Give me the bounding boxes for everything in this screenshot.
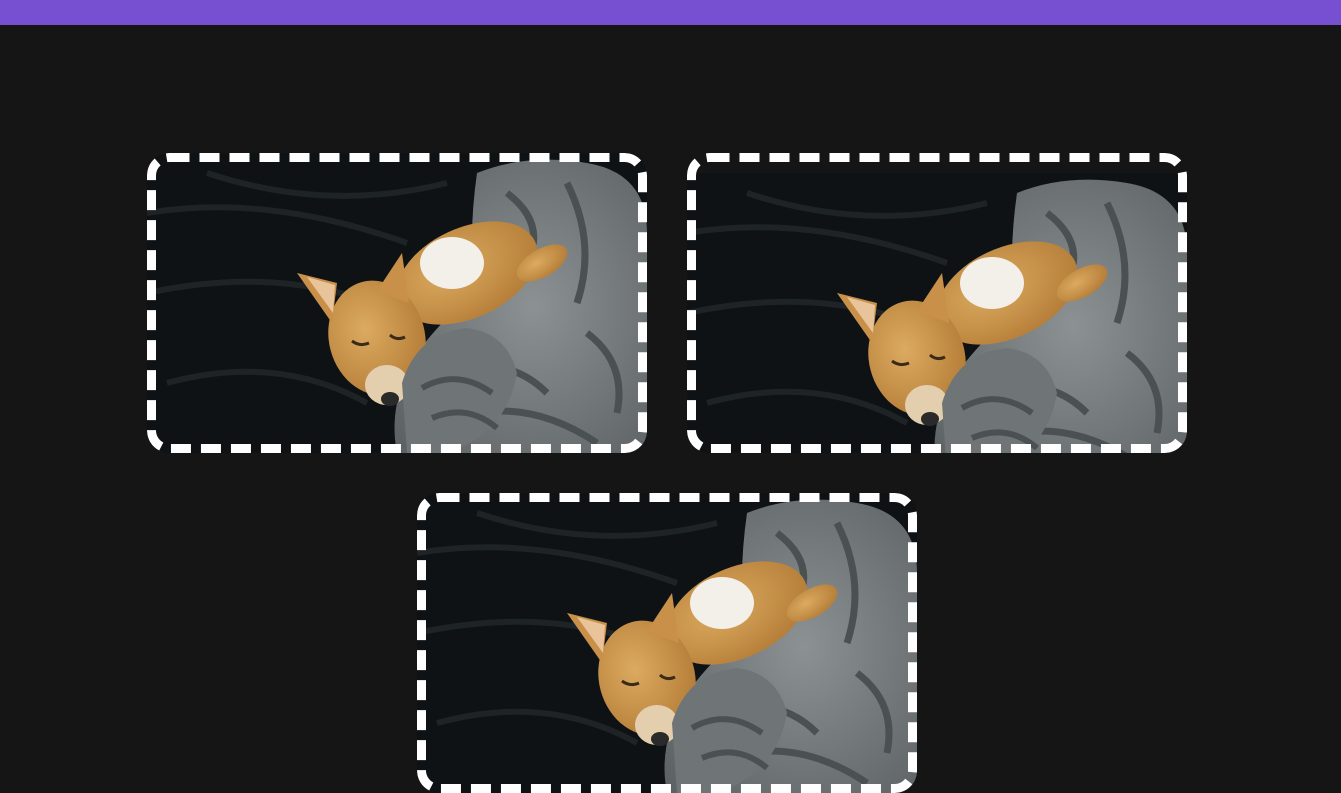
dog-photo-image	[417, 493, 917, 793]
top-header-bar	[0, 0, 1341, 25]
dog-photo-image	[147, 153, 647, 453]
gallery-card[interactable]	[147, 153, 647, 453]
gallery-card[interactable]	[687, 153, 1187, 453]
gallery-card[interactable]	[417, 493, 917, 793]
dog-photo-image	[687, 153, 1187, 453]
